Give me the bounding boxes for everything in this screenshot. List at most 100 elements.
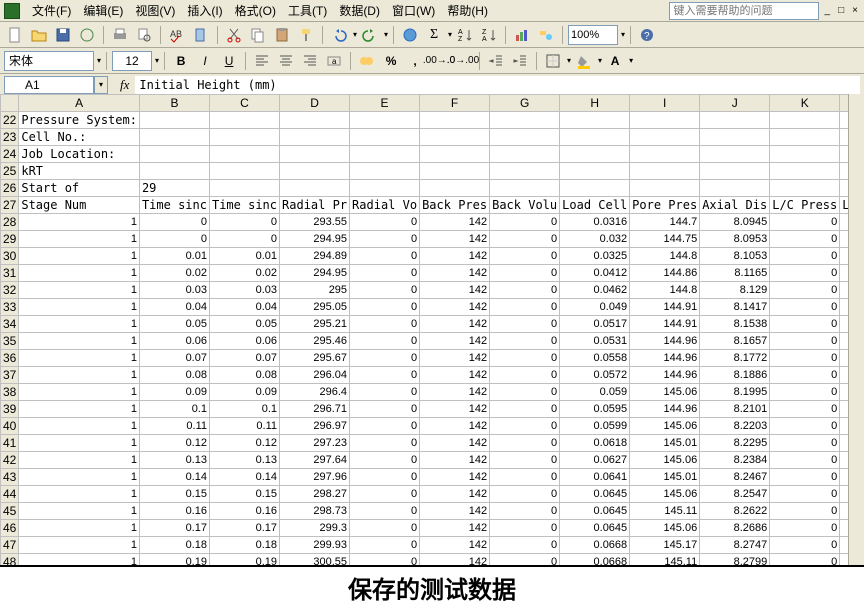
- cell[interactable]: 0.15: [209, 486, 279, 503]
- cell[interactable]: 144.96: [630, 401, 700, 418]
- cell[interactable]: 0.0645: [560, 520, 630, 537]
- column-header[interactable]: G: [490, 95, 560, 112]
- cell[interactable]: 0: [770, 248, 840, 265]
- cell[interactable]: 144.7: [630, 214, 700, 231]
- cell[interactable]: 0: [490, 469, 560, 486]
- font-color-icon[interactable]: A: [604, 50, 626, 72]
- cell[interactable]: 0: [770, 316, 840, 333]
- cell[interactable]: 295.67: [280, 350, 350, 367]
- cell[interactable]: 293.55: [280, 214, 350, 231]
- column-header[interactable]: A: [19, 95, 140, 112]
- cell[interactable]: 144.8: [630, 282, 700, 299]
- cell[interactable]: 0: [350, 554, 420, 566]
- cell[interactable]: 0: [490, 401, 560, 418]
- row-header[interactable]: 37: [1, 367, 19, 384]
- cell[interactable]: Radial Pr: [280, 197, 350, 214]
- cell[interactable]: [209, 163, 279, 180]
- row-header[interactable]: 45: [1, 503, 19, 520]
- cell[interactable]: 295.21: [280, 316, 350, 333]
- cell[interactable]: [420, 163, 490, 180]
- row-header[interactable]: 48: [1, 554, 19, 566]
- cell[interactable]: 0.032: [560, 231, 630, 248]
- cell[interactable]: Time sinc: [139, 197, 209, 214]
- chart-wizard-icon[interactable]: [511, 24, 533, 46]
- zoom-input[interactable]: [568, 25, 618, 45]
- cell[interactable]: [560, 129, 630, 146]
- cell[interactable]: 0: [350, 537, 420, 554]
- cell[interactable]: [280, 180, 350, 197]
- cell[interactable]: 0: [770, 231, 840, 248]
- cell[interactable]: 8.0945: [700, 214, 770, 231]
- cell[interactable]: 8.1417: [700, 299, 770, 316]
- print-icon[interactable]: [109, 24, 131, 46]
- cell[interactable]: 145.06: [630, 452, 700, 469]
- cell[interactable]: 0.0645: [560, 503, 630, 520]
- cell[interactable]: 0.01: [209, 248, 279, 265]
- cell[interactable]: Job Location:: [19, 146, 140, 163]
- autosum-icon[interactable]: Σ: [423, 24, 445, 46]
- cell[interactable]: 8.2467: [700, 469, 770, 486]
- cell[interactable]: 0.059: [560, 384, 630, 401]
- cell[interactable]: [770, 163, 840, 180]
- cell[interactable]: Pressure System:: [19, 112, 140, 129]
- cell[interactable]: 299.93: [280, 537, 350, 554]
- cell[interactable]: 0.05: [139, 316, 209, 333]
- cell[interactable]: 0: [350, 486, 420, 503]
- cell[interactable]: 0: [350, 469, 420, 486]
- cell[interactable]: 8.1538: [700, 316, 770, 333]
- cell[interactable]: 0.07: [209, 350, 279, 367]
- cell[interactable]: 0.0618: [560, 435, 630, 452]
- menu-format[interactable]: 格式(O): [229, 0, 282, 21]
- bold-icon[interactable]: B: [170, 50, 192, 72]
- cell[interactable]: 0.19: [209, 554, 279, 566]
- new-file-icon[interactable]: [4, 24, 26, 46]
- print-preview-icon[interactable]: [133, 24, 155, 46]
- cell[interactable]: 0: [770, 520, 840, 537]
- drawing-icon[interactable]: [535, 24, 557, 46]
- undo-dropdown[interactable]: ▾: [353, 30, 357, 39]
- cell[interactable]: 8.2747: [700, 537, 770, 554]
- cell[interactable]: 0.14: [139, 469, 209, 486]
- cell[interactable]: [770, 180, 840, 197]
- menu-file[interactable]: 文件(F): [26, 0, 77, 21]
- decrease-decimal-icon[interactable]: .0→.00: [452, 50, 474, 72]
- cell[interactable]: 0.06: [209, 333, 279, 350]
- cell[interactable]: 29: [139, 180, 209, 197]
- cell[interactable]: 0: [490, 554, 560, 566]
- cell[interactable]: Back Pres: [420, 197, 490, 214]
- cell[interactable]: 8.1886: [700, 367, 770, 384]
- cell[interactable]: 1: [19, 537, 140, 554]
- cell[interactable]: 0: [350, 248, 420, 265]
- cell[interactable]: 8.2295: [700, 435, 770, 452]
- font-size-dropdown[interactable]: ▾: [155, 56, 159, 65]
- percent-icon[interactable]: %: [380, 50, 402, 72]
- cell[interactable]: 142: [420, 333, 490, 350]
- cell[interactable]: [700, 146, 770, 163]
- name-box[interactable]: A1: [4, 76, 94, 94]
- format-painter-icon[interactable]: [295, 24, 317, 46]
- cell[interactable]: 0.16: [139, 503, 209, 520]
- cell[interactable]: [209, 129, 279, 146]
- cell[interactable]: [560, 163, 630, 180]
- cell[interactable]: [490, 163, 560, 180]
- cell[interactable]: 1: [19, 350, 140, 367]
- font-size-input[interactable]: [112, 51, 152, 71]
- increase-indent-icon[interactable]: [509, 50, 531, 72]
- fill-color-dropdown[interactable]: ▾: [598, 56, 602, 65]
- cell[interactable]: 294.95: [280, 231, 350, 248]
- cell[interactable]: 142: [420, 248, 490, 265]
- cell[interactable]: 8.2101: [700, 401, 770, 418]
- cell[interactable]: 1: [19, 248, 140, 265]
- cell[interactable]: 0: [490, 248, 560, 265]
- cell[interactable]: 296.4: [280, 384, 350, 401]
- menu-tools[interactable]: 工具(T): [282, 0, 333, 21]
- align-right-icon[interactable]: [299, 50, 321, 72]
- cell[interactable]: 8.2686: [700, 520, 770, 537]
- cell[interactable]: [490, 146, 560, 163]
- sort-asc-icon[interactable]: AZ: [454, 24, 476, 46]
- cell[interactable]: 0.09: [209, 384, 279, 401]
- column-header[interactable]: C: [209, 95, 279, 112]
- row-header[interactable]: 39: [1, 401, 19, 418]
- cell[interactable]: 0: [139, 231, 209, 248]
- cell[interactable]: 0.18: [139, 537, 209, 554]
